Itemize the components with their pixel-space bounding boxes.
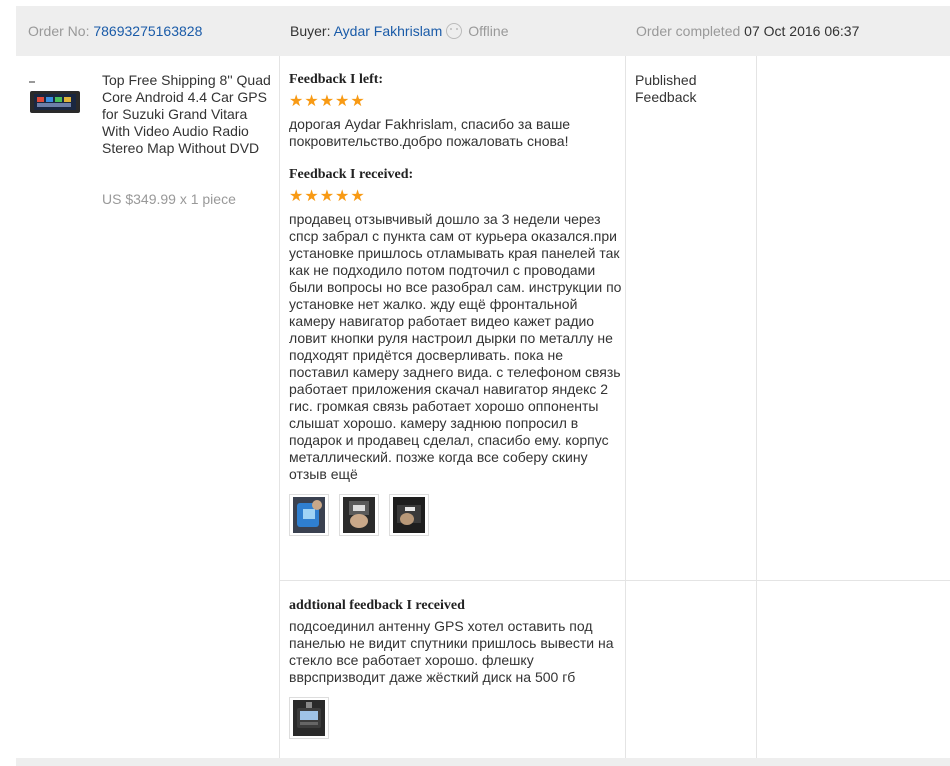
feedback-left-text: дорогая Aydar Fakhrislam, спасибо за ваш… [289, 116, 571, 149]
additional-feedback-text: подсоединил антенну GPS хотел оставить п… [289, 618, 614, 685]
feedback-photo-thumbnail[interactable] [339, 494, 379, 536]
product-thumbnail[interactable] [28, 79, 82, 123]
star-icon: ★ [335, 188, 350, 205]
buyer-info: Buyer: Aydar Fakhrislam Offline [290, 6, 508, 56]
star-icon: ★ [335, 93, 350, 110]
star-icon: ★ [350, 188, 365, 205]
row-divider [279, 580, 950, 581]
feedback-photo-thumbnail[interactable] [289, 697, 329, 739]
star-icon: ★ [319, 93, 335, 110]
feedback-photo-thumbnail[interactable] [389, 494, 429, 536]
feedback-photo-thumbnail[interactable] [289, 494, 329, 536]
star-icon: ★ [319, 188, 335, 205]
additional-feedback-section: addtional feedback I received подсоедини… [289, 598, 623, 739]
product-price: US $349.99 x 1 piece [102, 191, 236, 207]
offline-face-icon [446, 23, 463, 39]
feedback-left-rating: ★ ★ ★ ★ ★ [289, 94, 623, 110]
feedback-photos [289, 494, 623, 536]
star-icon: ★ [289, 93, 304, 110]
additional-feedback-photos [289, 697, 623, 739]
column-divider [279, 56, 280, 758]
feedback-received-text: продавец отзывчивый дошло за 3 недели че… [289, 211, 622, 482]
feedback-status: Published Feedback [635, 72, 697, 105]
feedback-left-label: Feedback I left: [289, 72, 384, 87]
star-icon: ★ [304, 188, 319, 205]
order-number: Order No: 78693275163828 [28, 6, 202, 56]
product-title-link[interactable]: Top Free Shipping 8'' Quad Core Android … [102, 72, 278, 157]
star-icon: ★ [350, 93, 365, 110]
feedback-received-rating: ★ ★ ★ ★ ★ [289, 189, 623, 205]
feedback-received-section: Feedback I received: ★ ★ ★ ★ ★ продавец … [289, 167, 623, 536]
buyer-status: Offline [468, 23, 509, 39]
order-no-label: Order No: [28, 23, 90, 39]
buyer-name-link[interactable]: Aydar Fakhrislam [334, 23, 443, 39]
completed-label: Order completed [636, 23, 741, 39]
feedback-received-label: Feedback I received: [289, 167, 414, 182]
column-divider [625, 56, 626, 758]
order-no-link[interactable]: 78693275163828 [93, 23, 202, 39]
additional-feedback-label: addtional feedback I received [289, 598, 465, 613]
order-header: Order No: 78693275163828 Buyer: Aydar Fa… [16, 6, 950, 56]
next-order-header [16, 758, 950, 766]
order-card: Order No: 78693275163828 Buyer: Aydar Fa… [16, 6, 950, 766]
completed-date: 07 Oct 2016 06:37 [744, 23, 860, 39]
buyer-label: Buyer: [290, 23, 331, 39]
star-icon: ★ [289, 188, 304, 205]
order-completed: Order completed 07 Oct 2016 06:37 [636, 6, 859, 56]
column-divider [756, 56, 757, 758]
star-icon: ★ [304, 93, 319, 110]
feedback-left-section: Feedback I left: ★ ★ ★ ★ ★ дорогая Aydar… [289, 72, 623, 150]
